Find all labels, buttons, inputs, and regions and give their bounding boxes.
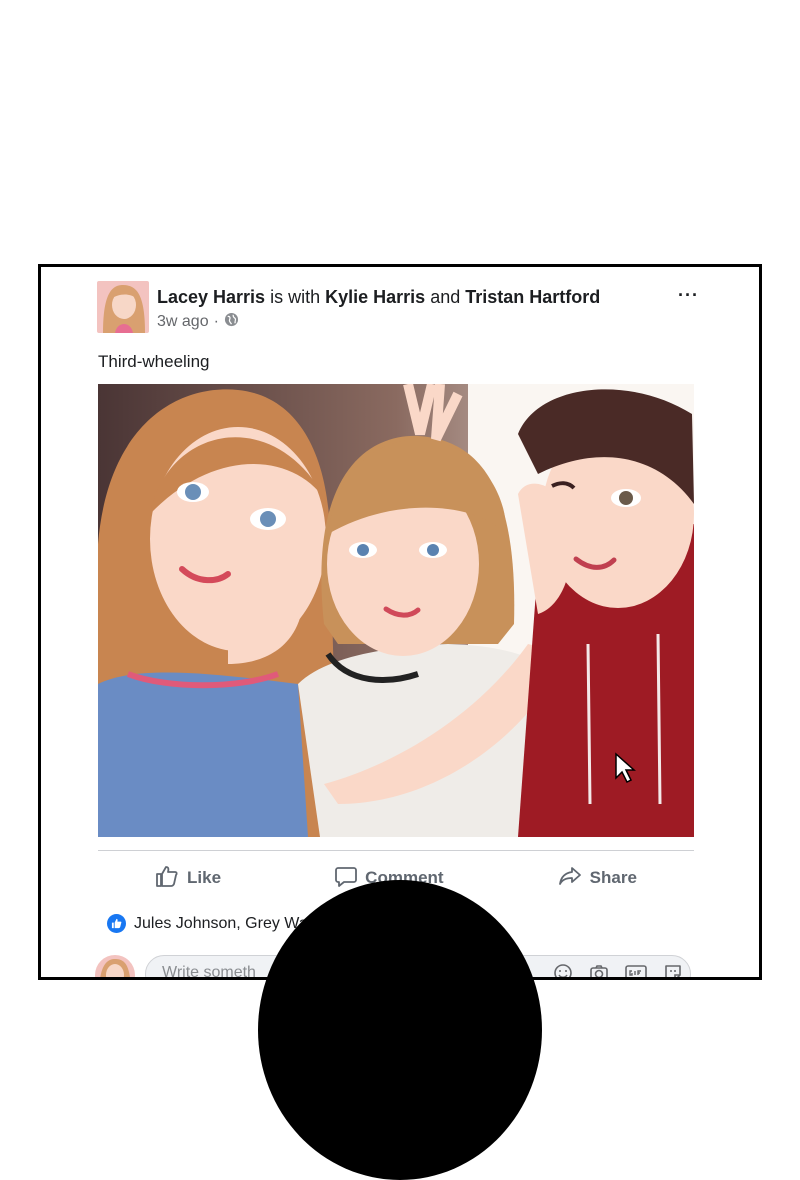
and-text: and <box>430 287 461 307</box>
reaction-names: Jules Johnson, Grey Wa <box>134 914 308 932</box>
like-label: Like <box>187 868 222 887</box>
speech-bubble-overlay <box>258 880 542 1180</box>
camera-icon[interactable] <box>589 963 609 977</box>
post-meta: 3w ago · <box>157 312 239 332</box>
thumbs-up-icon <box>155 865 179 892</box>
commenter-avatar <box>95 955 135 977</box>
comment-tools <box>553 963 683 977</box>
meta-separator: · <box>213 313 219 330</box>
share-label: Share <box>589 868 637 887</box>
reactions-summary[interactable]: Jules Johnson, Grey Wa <box>107 914 308 933</box>
author-avatar[interactable] <box>97 281 149 333</box>
with-text: is with <box>270 287 321 307</box>
like-button[interactable]: Like <box>155 865 221 892</box>
author-name[interactable]: Lacey Harris <box>157 287 265 307</box>
like-badge-icon <box>107 914 126 933</box>
post-card: Lacey Harris is with Kylie Harris and Tr… <box>38 264 762 980</box>
post-header: Lacey Harris is with Kylie Harris and Tr… <box>157 287 600 308</box>
more-icon[interactable]: ··· <box>678 285 699 306</box>
tagged-person-1[interactable]: Kylie Harris <box>325 287 425 307</box>
share-icon <box>558 866 582 891</box>
post-photo[interactable] <box>98 384 694 837</box>
post-time[interactable]: 3w ago <box>157 313 209 331</box>
gif-icon[interactable] <box>625 963 647 977</box>
globe-icon <box>224 312 239 332</box>
sticker-icon[interactable] <box>663 963 683 977</box>
post-caption: Third-wheeling <box>98 352 210 371</box>
tagged-person-2[interactable]: Tristan Hartford <box>465 287 600 307</box>
share-button[interactable]: Share <box>558 866 637 891</box>
action-divider <box>98 850 694 851</box>
emoji-icon[interactable] <box>553 963 573 977</box>
